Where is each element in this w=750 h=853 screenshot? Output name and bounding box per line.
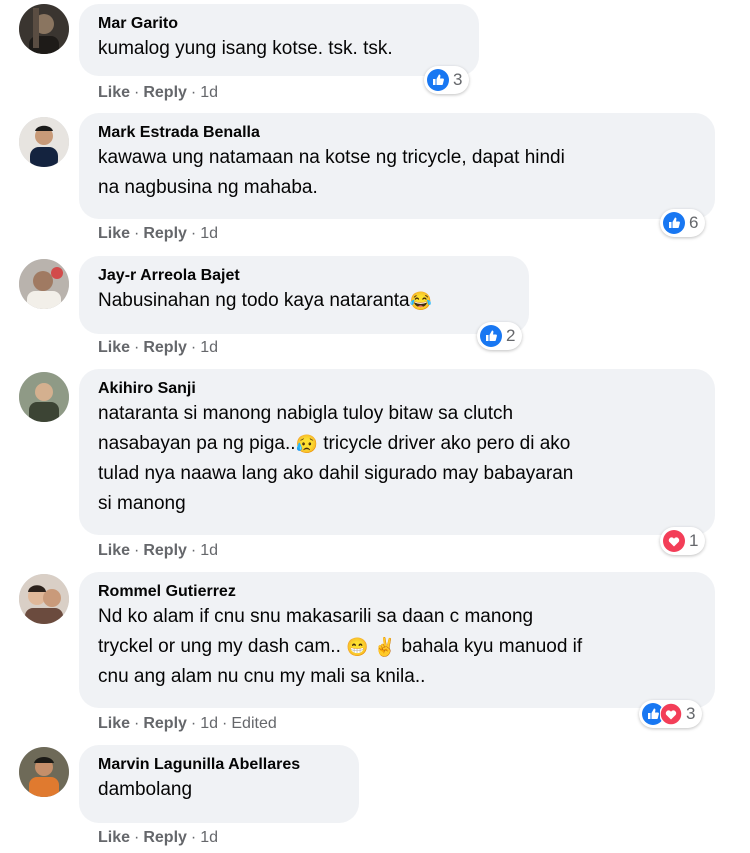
- avatar[interactable]: [19, 372, 69, 422]
- thumbs-up-icon: [663, 212, 685, 234]
- comment-actions: Like · Reply · 1d: [98, 339, 219, 356]
- timestamp[interactable]: 1d: [200, 715, 218, 732]
- reaction-summary[interactable]: 6: [660, 209, 706, 237]
- like-link[interactable]: Like: [98, 339, 130, 356]
- comment-author[interactable]: Mar Garito: [98, 14, 461, 34]
- reply-link[interactable]: Reply: [143, 84, 187, 101]
- avatar[interactable]: [19, 259, 69, 309]
- reaction-summary[interactable]: 1: [660, 527, 706, 555]
- laughing-emoji-icon: 😂: [409, 291, 433, 311]
- reply-link[interactable]: Reply: [143, 542, 187, 559]
- comment-text: nataranta si manong nabigla tuloy bitaw …: [98, 403, 574, 514]
- reaction-count: 6: [689, 213, 699, 232]
- sad-emoji-icon: 😥: [295, 434, 318, 454]
- reply-link[interactable]: Reply: [143, 339, 187, 356]
- victory-hand-icon: ✌: [373, 637, 397, 657]
- avatar[interactable]: [19, 4, 69, 54]
- comment-text: Nd ko alam if cnu snu makasarili sa daan…: [98, 606, 583, 687]
- comment-text: kawawa ung natamaan na kotse ng tricycle…: [98, 147, 565, 198]
- like-link[interactable]: Like: [98, 715, 130, 732]
- timestamp[interactable]: 1d: [200, 84, 218, 101]
- comment-text: kumalog yung isang kotse. tsk. tsk.: [98, 38, 393, 59]
- reaction-summary[interactable]: 3: [424, 66, 470, 94]
- comment-bubble: Marvin Lagunilla Abellares dambolang: [79, 745, 359, 823]
- like-link[interactable]: Like: [98, 829, 130, 846]
- comment-bubble: Akihiro Sanji nataranta si manong nabigl…: [79, 369, 715, 535]
- comment-author[interactable]: Rommel Gutierrez: [98, 582, 697, 602]
- reaction-count: 3: [686, 704, 696, 723]
- reaction-summary[interactable]: 2: [477, 322, 523, 350]
- like-link[interactable]: Like: [98, 84, 130, 101]
- comment-bubble: Jay-r Arreola Bajet Nabusinahan ng todo …: [79, 256, 529, 334]
- reaction-count: 3: [453, 70, 463, 89]
- comment-author[interactable]: Jay-r Arreola Bajet: [98, 266, 511, 286]
- avatar[interactable]: [19, 574, 69, 624]
- grin-emoji-icon: 😁: [346, 637, 369, 657]
- timestamp[interactable]: 1d: [200, 339, 218, 356]
- avatar[interactable]: [19, 117, 69, 167]
- comment-text: dambolang: [98, 779, 193, 800]
- like-link[interactable]: Like: [98, 542, 130, 559]
- reaction-summary[interactable]: 3: [639, 700, 703, 728]
- comment-actions: Like · Reply · 1d: [98, 542, 219, 559]
- reply-link[interactable]: Reply: [143, 225, 187, 242]
- timestamp[interactable]: 1d: [200, 829, 218, 846]
- comment-author[interactable]: Akihiro Sanji: [98, 379, 697, 399]
- reaction-count: 1: [689, 531, 699, 550]
- comment-text: Nabusinahan ng todo kaya nataranta😂: [98, 290, 433, 311]
- timestamp[interactable]: 1d: [200, 542, 218, 559]
- comment-actions: Like · Reply · 1d: [98, 84, 219, 101]
- heart-icon: [660, 703, 682, 725]
- thumbs-up-icon: [427, 69, 449, 91]
- comment-actions: Like · Reply · 1d: [98, 225, 219, 242]
- reply-link[interactable]: Reply: [143, 715, 187, 732]
- timestamp[interactable]: 1d: [200, 225, 218, 242]
- like-link[interactable]: Like: [98, 225, 130, 242]
- reaction-count: 2: [506, 326, 516, 345]
- avatar[interactable]: [19, 747, 69, 797]
- heart-icon: [663, 530, 685, 552]
- edited-label[interactable]: Edited: [231, 715, 276, 732]
- comment-bubble: Mark Estrada Benalla kawawa ung natamaan…: [79, 113, 715, 219]
- comment-actions: Like · Reply · 1d · Edited: [98, 715, 277, 732]
- thumbs-up-icon: [480, 325, 502, 347]
- comment-bubble: Rommel Gutierrez Nd ko alam if cnu snu m…: [79, 572, 715, 708]
- comment-actions: Like · Reply · 1d: [98, 829, 219, 846]
- comment-author[interactable]: Marvin Lagunilla Abellares: [98, 755, 341, 775]
- comment-bubble: Mar Garito kumalog yung isang kotse. tsk…: [79, 4, 479, 76]
- comment-author[interactable]: Mark Estrada Benalla: [98, 123, 697, 143]
- reply-link[interactable]: Reply: [143, 829, 187, 846]
